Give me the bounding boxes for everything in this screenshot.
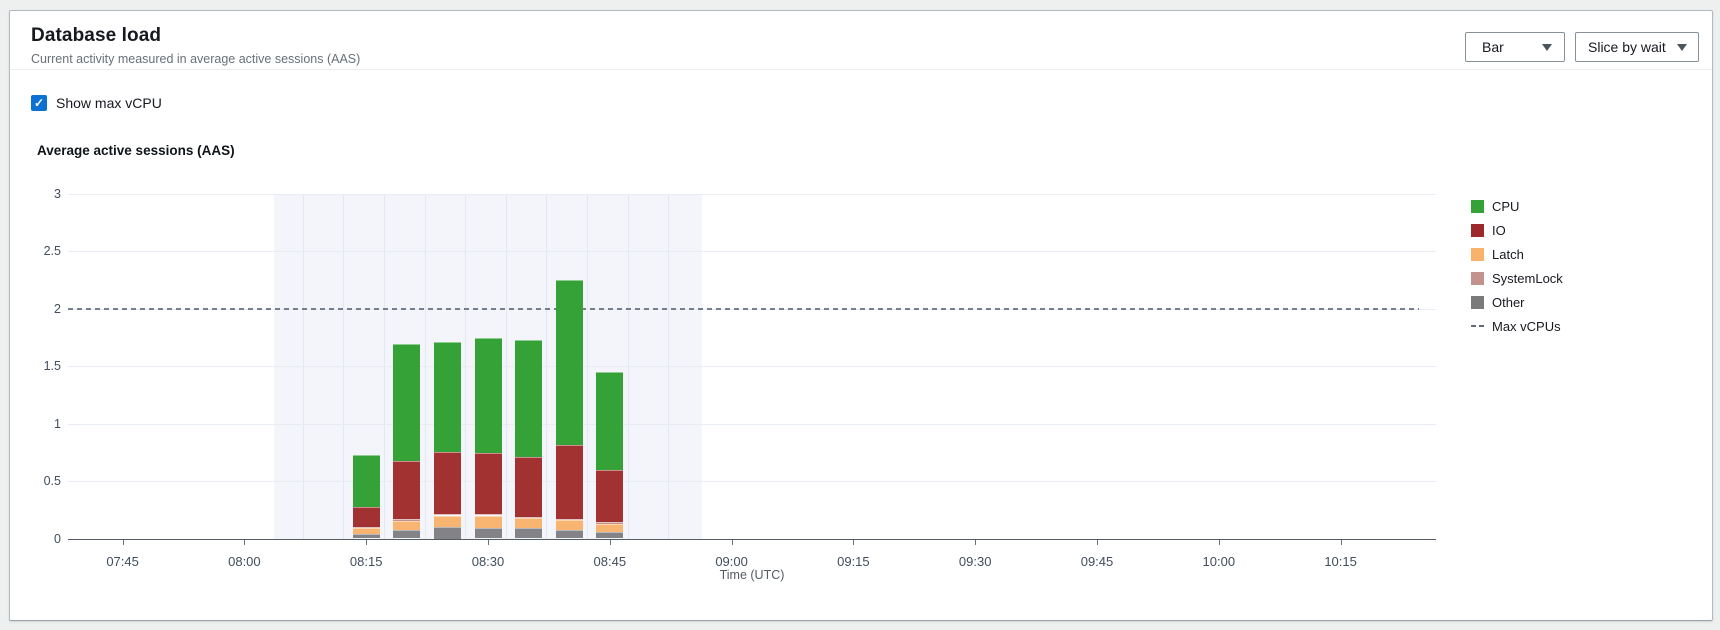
bar-segment-cpu[interactable] (353, 455, 380, 508)
y-axis-tick-label: 2 (21, 302, 61, 316)
x-axis-tick-label: 10:00 (1187, 554, 1251, 569)
x-axis-tick-label: 09:15 (821, 554, 885, 569)
x-axis-tick-label: 08:30 (456, 554, 520, 569)
bar-segment-io[interactable] (353, 507, 380, 527)
x-axis-tick-mark (610, 540, 611, 545)
page: Database load Current activity measured … (0, 0, 1720, 630)
y-axis-tick-label: 1.5 (21, 359, 61, 373)
legend-label: Max vCPUs (1492, 319, 1561, 334)
x-axis-tick-mark (366, 540, 367, 545)
legend-item-latch: Latch (1471, 247, 1563, 261)
bar-segment-io[interactable] (475, 453, 502, 514)
bar-segment-other[interactable] (596, 532, 623, 539)
legend-color-swatch (1471, 224, 1484, 237)
legend-label: SystemLock (1492, 271, 1563, 286)
max-vcpus-dashed-line (68, 308, 1419, 310)
bar-segment-systemlock[interactable] (515, 517, 542, 518)
x-axis-tick-mark (975, 540, 976, 545)
y-axis-tick-label: 1 (21, 417, 61, 431)
bar-segment-systemlock[interactable] (596, 522, 623, 523)
bar-segment-other[interactable] (475, 528, 502, 538)
legend-color-swatch (1471, 248, 1484, 261)
x-axis-tick-mark (1341, 540, 1342, 545)
bar-segment-io[interactable] (393, 461, 420, 519)
bar-segment-cpu[interactable] (434, 342, 461, 452)
horizontal-gridline (68, 251, 1436, 252)
legend-color-swatch (1471, 296, 1484, 309)
x-axis-tick-mark (732, 540, 733, 545)
x-axis-tick-label: 09:45 (1065, 554, 1129, 569)
bar-segment-cpu[interactable] (393, 344, 420, 461)
x-axis-tick-label: 09:00 (700, 554, 764, 569)
x-axis-tick-mark (488, 540, 489, 545)
bar-segment-latch[interactable] (515, 518, 542, 528)
bar-segment-cpu[interactable] (596, 372, 623, 470)
bar-segment-latch[interactable] (353, 528, 380, 534)
legend-item-max-vcpus: Max vCPUs (1471, 319, 1563, 333)
bar-segment-latch[interactable] (393, 521, 420, 530)
y-axis-tick-label: 3 (21, 187, 61, 201)
y-axis-tick-label: 0.5 (21, 474, 61, 488)
bar-segment-other[interactable] (556, 530, 583, 538)
legend-label: Other (1492, 295, 1525, 310)
x-axis-tick-label: 08:45 (578, 554, 642, 569)
legend-label: CPU (1492, 199, 1519, 214)
legend-item-cpu: CPU (1471, 199, 1563, 213)
bar-segment-cpu[interactable] (475, 338, 502, 453)
x-axis-line (68, 539, 1436, 540)
bar-segment-systemlock[interactable] (393, 519, 420, 521)
legend-dash-icon (1471, 325, 1485, 327)
legend-color-swatch (1471, 200, 1484, 213)
x-axis-title: Time (UTC) (68, 568, 1436, 582)
bar-segment-io[interactable] (556, 445, 583, 519)
bar-segment-systemlock[interactable] (434, 514, 461, 515)
bar-segment-io[interactable] (434, 452, 461, 514)
bar-segment-systemlock[interactable] (475, 514, 502, 515)
x-axis-tick-label: 08:15 (334, 554, 398, 569)
x-axis-tick-mark (1219, 540, 1220, 545)
bar-segment-io[interactable] (596, 470, 623, 523)
legend-item-io: IO (1471, 223, 1563, 237)
chart-legend: CPU IO Latch SystemLock Other Max vCPUs (1471, 199, 1563, 343)
x-axis-tick-mark (1097, 540, 1098, 545)
bar-segment-cpu[interactable] (515, 340, 542, 457)
y-axis-tick-label: 0 (21, 532, 61, 546)
legend-color-swatch (1471, 272, 1484, 285)
horizontal-gridline (68, 366, 1436, 367)
legend-item-systemlock: SystemLock (1471, 271, 1563, 285)
x-axis-tick-mark (853, 540, 854, 545)
horizontal-gridline (68, 481, 1436, 482)
horizontal-gridline (68, 194, 1436, 195)
bar-segment-systemlock[interactable] (556, 519, 583, 520)
bar-segment-other[interactable] (393, 530, 420, 538)
legend-label: IO (1492, 223, 1506, 238)
x-axis-tick-label: 07:45 (91, 554, 155, 569)
x-axis-tick-label: 08:00 (212, 554, 276, 569)
bar-segment-latch[interactable] (596, 524, 623, 532)
y-axis-tick-label: 2.5 (21, 244, 61, 258)
bar-segment-latch[interactable] (475, 516, 502, 529)
bar-segment-io[interactable] (515, 457, 542, 517)
bar-segment-cpu[interactable] (556, 280, 583, 446)
x-axis-tick-mark (123, 540, 124, 545)
x-axis-tick-label: 10:15 (1309, 554, 1373, 569)
bar-segment-systemlock[interactable] (353, 527, 380, 528)
bar-segment-latch[interactable] (434, 516, 461, 528)
bar-segment-other[interactable] (434, 527, 461, 539)
database-load-card: Database load Current activity measured … (9, 10, 1713, 621)
plot-area: 0 0.5 1 1.5 2 2.5 3 07:45 08:00 08:15 08:30 08:45 09… (10, 11, 1712, 620)
legend-label: Latch (1492, 247, 1524, 262)
bar-segment-latch[interactable] (556, 520, 583, 530)
bar-segment-other[interactable] (515, 528, 542, 538)
x-axis-tick-mark (244, 540, 245, 545)
legend-item-other: Other (1471, 295, 1563, 309)
x-axis-tick-label: 09:30 (943, 554, 1007, 569)
horizontal-gridline (68, 424, 1436, 425)
